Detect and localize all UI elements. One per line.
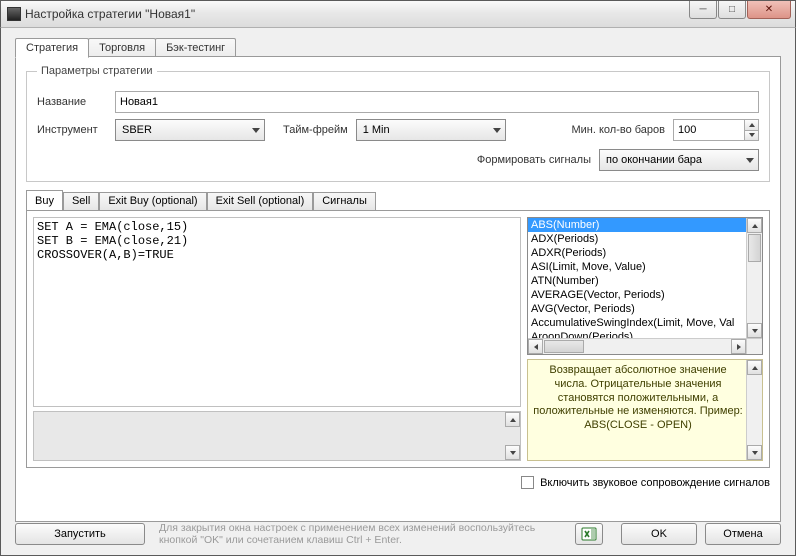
chevron-up-icon	[749, 123, 755, 127]
code-editor[interactable]	[33, 217, 521, 407]
name-input[interactable]	[115, 91, 759, 113]
function-description: Возвращает абсолютное значение числа. От…	[527, 359, 763, 461]
minbars-input[interactable]	[674, 120, 744, 140]
window-controls: ─ □ ✕	[688, 1, 791, 21]
spin-down-button[interactable]	[745, 131, 758, 141]
tab-body-strategy: Параметры стратегии Название Инструмент …	[15, 56, 781, 522]
timeframe-value: 1 Min	[363, 124, 390, 136]
main-tabs: СтратегияТорговляБэк-тестинг	[15, 38, 781, 57]
vertical-scrollbar[interactable]	[746, 218, 762, 338]
script-tab[interactable]: Exit Buy (optional)	[99, 192, 206, 210]
scroll-up-button[interactable]	[505, 412, 520, 427]
code-area	[33, 217, 521, 461]
scroll-down-button[interactable]	[505, 445, 520, 460]
chevron-right-icon	[737, 344, 741, 350]
function-list-item[interactable]: AVG(Vector, Periods)	[528, 302, 746, 316]
script-tab[interactable]: Сигналы	[313, 192, 376, 210]
footer-hint: Для закрытия окна настроек с применением…	[159, 522, 575, 547]
scroll-left-button[interactable]	[528, 339, 543, 354]
function-list-item[interactable]: ATN(Number)	[528, 274, 746, 288]
function-list-item[interactable]: AVERAGE(Vector, Periods)	[528, 288, 746, 302]
signals-value: по окончании бара	[606, 154, 702, 166]
tab-стратегия[interactable]: Стратегия	[15, 38, 89, 58]
function-list-item[interactable]: ABS(Number)	[528, 218, 746, 232]
minimize-button[interactable]: ─	[689, 1, 717, 19]
button-bar: Запустить Для закрытия окна настроек с п…	[15, 522, 781, 547]
chevron-down-icon	[493, 128, 501, 133]
spin-up-button[interactable]	[745, 120, 758, 131]
instrument-value: SBER	[122, 124, 152, 136]
function-description-text: Возвращает абсолютное значение числа. От…	[532, 364, 744, 456]
close-button[interactable]: ✕	[747, 1, 791, 19]
timeframe-combo[interactable]: 1 Min	[356, 119, 506, 141]
function-list-items: ABS(Number)ADX(Periods)ADXR(Periods)ASI(…	[528, 218, 746, 338]
scrollbar-thumb[interactable]	[544, 340, 584, 353]
chevron-left-icon	[534, 344, 538, 350]
script-tab[interactable]: Sell	[63, 192, 99, 210]
scroll-down-button[interactable]	[747, 445, 762, 460]
script-tab[interactable]: Exit Sell (optional)	[207, 192, 314, 210]
horizontal-scrollbar[interactable]	[528, 338, 746, 354]
titlebar: Настройка стратегии "Новая1" ─ □ ✕	[0, 0, 796, 28]
chevron-down-icon	[252, 128, 260, 133]
script-tabs: BuySellExit Buy (optional)Exit Sell (opt…	[26, 190, 770, 210]
client-area: СтратегияТорговляБэк-тестинг Параметры с…	[0, 28, 796, 556]
chevron-up-icon	[752, 224, 758, 228]
tab-бэк-тестинг[interactable]: Бэк-тестинг	[155, 38, 236, 57]
scroll-up-button[interactable]	[747, 360, 762, 375]
run-button[interactable]: Запустить	[15, 523, 145, 545]
maximize-button[interactable]: □	[718, 1, 746, 19]
minbars-spinner[interactable]	[673, 119, 759, 141]
timeframe-label: Тайм-фрейм	[283, 124, 348, 136]
output-area	[33, 411, 521, 461]
function-list-item[interactable]: ASI(Limit, Move, Value)	[528, 260, 746, 274]
minbars-label: Мин. кол-во баров	[571, 124, 665, 136]
strategy-params-group: Параметры стратегии Название Инструмент …	[26, 65, 770, 182]
script-tab[interactable]: Buy	[26, 190, 63, 210]
excel-icon	[581, 526, 597, 542]
excel-button[interactable]	[575, 523, 603, 545]
chevron-down-icon	[510, 451, 516, 455]
scrollbar-thumb[interactable]	[748, 234, 761, 262]
window-title: Настройка стратегии "Новая1"	[25, 7, 195, 21]
function-list-item[interactable]: ADXR(Periods)	[528, 246, 746, 260]
ok-button[interactable]: OK	[621, 523, 697, 545]
chevron-up-icon	[752, 366, 758, 370]
instrument-combo[interactable]: SBER	[115, 119, 265, 141]
function-panel: ABS(Number)ADX(Periods)ADXR(Periods)ASI(…	[527, 217, 763, 461]
sound-checkbox[interactable]	[521, 476, 534, 489]
instrument-label: Инструмент	[37, 124, 107, 136]
chevron-down-icon	[746, 158, 754, 163]
tab-торговля[interactable]: Торговля	[88, 38, 156, 57]
function-list-item[interactable]: AccumulativeSwingIndex(Limit, Move, Val	[528, 316, 746, 330]
cancel-button[interactable]: Отмена	[705, 523, 781, 545]
signals-label: Формировать сигналы	[477, 154, 591, 166]
chevron-down-icon	[752, 329, 758, 333]
script-body: ABS(Number)ADX(Periods)ADXR(Periods)ASI(…	[26, 210, 770, 468]
function-list-item[interactable]: ADX(Periods)	[528, 232, 746, 246]
chevron-down-icon	[752, 451, 758, 455]
vertical-scrollbar[interactable]	[746, 360, 762, 460]
name-label: Название	[37, 96, 107, 108]
scrollbar-corner	[746, 338, 762, 354]
sound-checkbox-row: Включить звуковое сопровождение сигналов	[26, 476, 770, 489]
function-list[interactable]: ABS(Number)ADX(Periods)ADXR(Periods)ASI(…	[527, 217, 763, 355]
signals-combo[interactable]: по окончании бара	[599, 149, 759, 171]
scroll-down-button[interactable]	[747, 323, 762, 338]
app-icon	[7, 7, 21, 21]
scroll-right-button[interactable]	[731, 339, 746, 354]
scroll-up-button[interactable]	[747, 218, 762, 233]
chevron-up-icon	[510, 418, 516, 422]
sound-checkbox-label: Включить звуковое сопровождение сигналов	[540, 477, 770, 489]
chevron-down-icon	[749, 133, 755, 137]
group-legend: Параметры стратегии	[37, 65, 157, 77]
function-list-item[interactable]: AroonDown(Periods)	[528, 330, 746, 338]
